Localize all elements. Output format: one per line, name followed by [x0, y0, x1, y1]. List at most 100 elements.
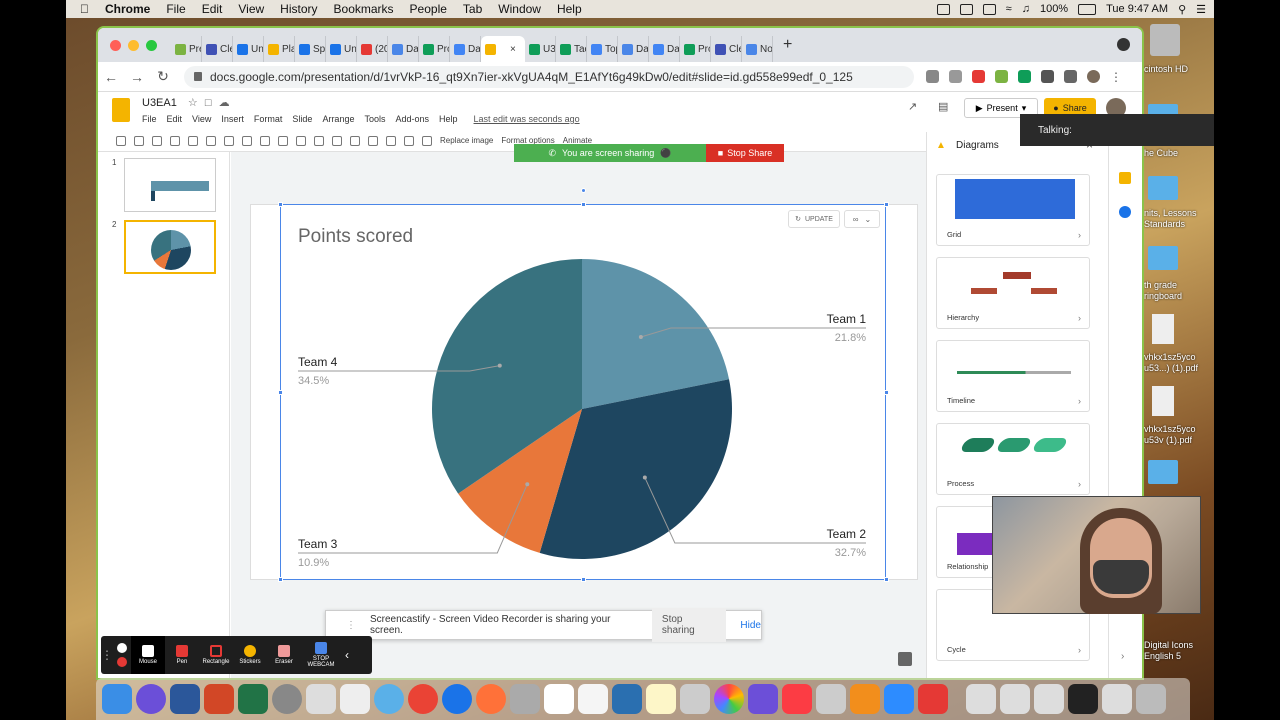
launchpad-icon[interactable]: [272, 684, 302, 714]
extension-icon[interactable]: [995, 70, 1008, 83]
recent-item-icon[interactable]: [966, 684, 996, 714]
text-box-icon[interactable]: [242, 135, 252, 146]
chevron-down-icon[interactable]: ▾: [1022, 103, 1027, 114]
menu-view[interactable]: View: [238, 2, 264, 16]
tab[interactable]: Da: [618, 36, 649, 62]
messages-icon[interactable]: [374, 684, 404, 714]
print-icon[interactable]: [170, 135, 180, 146]
tab[interactable]: Pre: [171, 36, 202, 62]
chrome-menu-icon[interactable]: ⋮: [1110, 70, 1122, 84]
resize-handle[interactable]: [278, 390, 283, 395]
doc-menu-tools[interactable]: Tools: [364, 114, 385, 124]
zoom-app-icon[interactable]: [884, 684, 914, 714]
desktop-icon-label[interactable]: vhkx1sz5yco u53v (1).pdf: [1144, 424, 1214, 446]
tab[interactable]: U3: [525, 36, 556, 62]
last-edit-link[interactable]: Last edit was seconds ago: [474, 114, 580, 124]
comments-icon[interactable]: ▤: [938, 100, 948, 113]
address-bar[interactable]: docs.google.com/presentation/d/1vrVkP-16…: [184, 65, 914, 88]
rotate-handle[interactable]: [581, 188, 586, 193]
safari-icon[interactable]: [442, 684, 472, 714]
diagram-card-grid[interactable]: Grid ›: [936, 174, 1090, 246]
tab[interactable]: Pro: [419, 36, 450, 62]
eraser-tool[interactable]: Eraser: [267, 645, 301, 665]
folder-icon[interactable]: [1148, 460, 1178, 484]
chart-link-options-button[interactable]: ∞ ⌄: [844, 210, 880, 228]
forward-icon[interactable]: →: [124, 69, 150, 85]
close-window-icon[interactable]: [110, 39, 121, 51]
menu-history[interactable]: History: [280, 2, 317, 16]
menu-help[interactable]: Help: [557, 2, 582, 16]
reload-icon[interactable]: ↻: [150, 68, 176, 85]
extension-icon[interactable]: [972, 70, 985, 83]
resize-handle[interactable]: [884, 202, 889, 207]
new-slide-icon[interactable]: [116, 135, 126, 146]
tab[interactable]: Top: [587, 36, 618, 62]
text-app-icon[interactable]: [340, 684, 370, 714]
image-icon[interactable]: [260, 135, 270, 146]
profile-avatar[interactable]: [1087, 70, 1100, 83]
minimize-window-icon[interactable]: [128, 39, 139, 51]
desktop-icon-label[interactable]: nits, Lessons Standards: [1144, 208, 1214, 230]
spotlight-icon[interactable]: ⚲: [1178, 3, 1186, 16]
rectangle-tool[interactable]: Rectangle: [199, 645, 233, 665]
slide-thumbnail[interactable]: [124, 158, 216, 212]
diagram-card-timeline[interactable]: Timeline ›: [936, 340, 1090, 412]
cloud-status-icon[interactable]: ☁: [219, 97, 230, 109]
tab[interactable]: (20: [357, 36, 388, 62]
wifi-icon[interactable]: ≈: [1006, 3, 1012, 15]
zoom-window-icon[interactable]: [146, 39, 157, 51]
redo-icon[interactable]: [152, 135, 162, 146]
menu-clock[interactable]: Tue 9:47 AM: [1106, 3, 1168, 15]
tab[interactable]: Sp: [295, 36, 326, 62]
zoom-icon[interactable]: [926, 70, 939, 83]
reminders-icon[interactable]: [578, 684, 608, 714]
pdf-file-icon[interactable]: [1152, 314, 1174, 344]
menu-people[interactable]: People: [410, 2, 447, 16]
comment-icon[interactable]: [386, 135, 396, 146]
camera-icon[interactable]: [959, 3, 973, 15]
folder-icon[interactable]: [1148, 176, 1178, 200]
display-icon[interactable]: [982, 3, 996, 15]
pause-icon[interactable]: [117, 643, 127, 653]
doc-menu-addons[interactable]: Add-ons: [395, 114, 429, 124]
link-icon[interactable]: [368, 135, 378, 146]
bookmark-star-icon[interactable]: [949, 70, 962, 83]
books-icon[interactable]: [850, 684, 880, 714]
doc-menu-help[interactable]: Help: [439, 114, 458, 124]
tab[interactable]: Cle: [711, 36, 742, 62]
pdf-file-icon[interactable]: [1152, 386, 1174, 416]
collapse-icon[interactable]: ‹: [345, 648, 349, 662]
replace-image-button[interactable]: Replace image: [440, 136, 493, 145]
battery-icon[interactable]: [1078, 3, 1097, 15]
notes-app-icon[interactable]: [306, 684, 336, 714]
folder-icon[interactable]: [1148, 246, 1178, 270]
select-icon[interactable]: [224, 135, 234, 146]
volume-icon[interactable]: ♫: [1022, 3, 1030, 15]
line-icon[interactable]: [296, 135, 306, 146]
record-stop-icon[interactable]: [117, 657, 127, 667]
activity-icon[interactable]: ↗: [908, 100, 917, 113]
acrobat-icon[interactable]: [918, 684, 948, 714]
puzzle-icon[interactable]: [1041, 70, 1054, 83]
word-icon[interactable]: [170, 684, 200, 714]
hard-drive-icon[interactable]: [1150, 24, 1180, 56]
explore-icon[interactable]: [898, 652, 912, 666]
back-icon[interactable]: ←: [98, 69, 124, 85]
pen-icon[interactable]: [314, 135, 324, 146]
menu-tab[interactable]: Tab: [463, 2, 482, 16]
tab[interactable]: Pla: [264, 36, 295, 62]
slides-logo-icon[interactable]: [112, 98, 130, 122]
battery-percent[interactable]: 100%: [1040, 3, 1068, 15]
tab[interactable]: Cle: [202, 36, 233, 62]
finder-icon[interactable]: [102, 684, 132, 714]
doc-menu-edit[interactable]: Edit: [167, 114, 183, 124]
paint-format-icon[interactable]: [188, 135, 198, 146]
tab[interactable]: Pro: [680, 36, 711, 62]
menu-file[interactable]: File: [166, 2, 185, 16]
star-icon[interactable]: ☆: [188, 97, 198, 109]
doc-menu-insert[interactable]: Insert: [221, 114, 244, 124]
slide-thumbnail-selected[interactable]: [124, 220, 216, 274]
shape-icon[interactable]: [278, 135, 288, 146]
desktop-icon-label[interactable]: cintosh HD: [1144, 64, 1214, 75]
stop-share-button[interactable]: ■ Stop Share: [706, 144, 784, 162]
